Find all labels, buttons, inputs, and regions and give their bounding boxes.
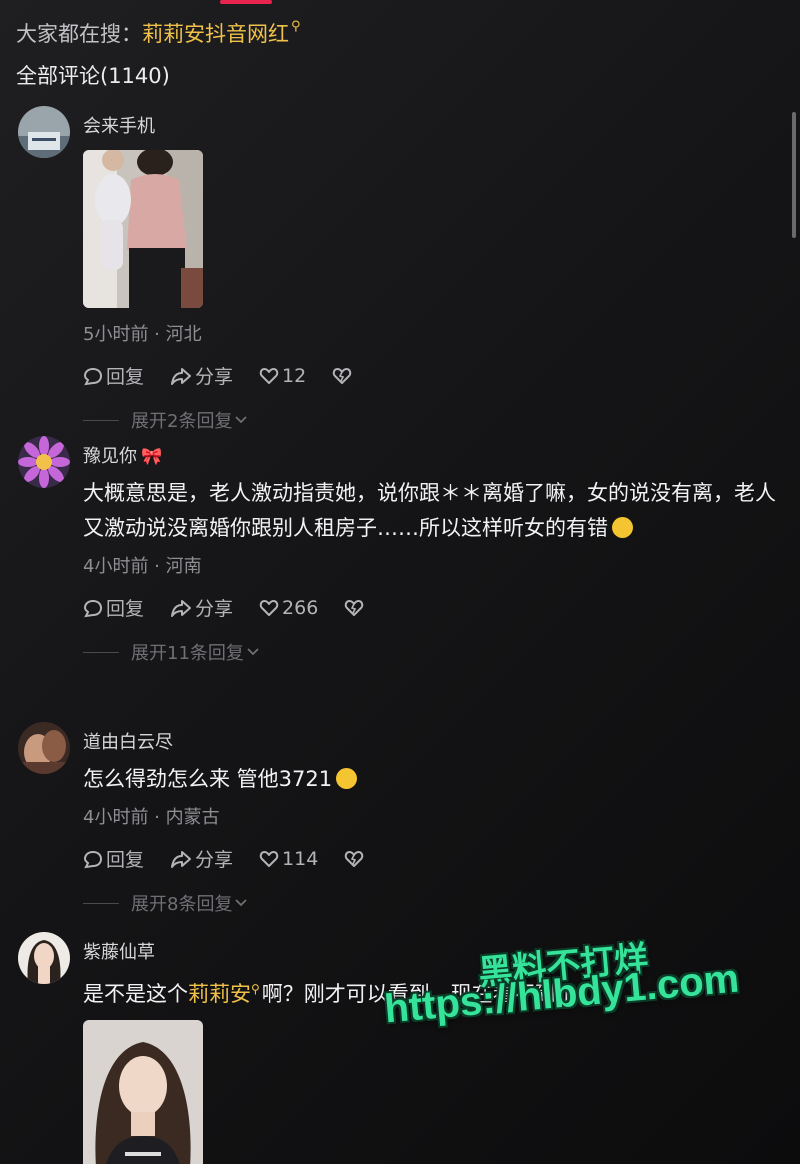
comment-username[interactable]: 道由白云尽 bbox=[83, 728, 778, 753]
reply-label: 回复 bbox=[106, 849, 145, 871]
dislike-button[interactable] bbox=[344, 598, 367, 618]
reply-icon bbox=[83, 850, 103, 868]
reply-button[interactable]: 回复 bbox=[83, 845, 144, 872]
comment-username[interactable]: 会来手机 bbox=[83, 112, 778, 137]
share-label: 分享 bbox=[195, 598, 234, 620]
username-text: 豫见你 bbox=[83, 446, 137, 467]
chevron-down-icon bbox=[235, 899, 248, 907]
search-suggestion[interactable]: 大家都在搜： 莉莉安抖音网红 ⚲ bbox=[16, 18, 301, 48]
comment-keyword-link[interactable]: 莉莉安 bbox=[188, 982, 251, 1006]
share-button[interactable]: 分享 bbox=[170, 845, 233, 872]
share-label: 分享 bbox=[195, 366, 234, 388]
comments-total: 全部评论(1140) bbox=[16, 64, 170, 88]
comment-text-body: 大概意思是，老人激动指责她，说你跟＊＊离婚了嘛，女的说没有离，老人又激动说没离婚… bbox=[83, 481, 776, 540]
ribbon-icon: 🎀 bbox=[141, 447, 163, 467]
expand-replies[interactable]: 展开2条回复 bbox=[83, 407, 778, 433]
emoji-icon bbox=[612, 517, 633, 538]
avatar[interactable] bbox=[18, 722, 70, 774]
heart-icon bbox=[259, 850, 279, 867]
search-prefix: 大家都在搜： bbox=[16, 22, 142, 46]
expand-label: 展开11条回复 bbox=[131, 643, 244, 664]
search-icon: ⚲ bbox=[251, 982, 260, 996]
reply-icon bbox=[83, 367, 103, 385]
divider bbox=[83, 651, 119, 653]
expand-label: 展开2条回复 bbox=[131, 411, 233, 432]
divider bbox=[83, 902, 119, 904]
comment-item: 会来手机 5小时前 · 河北 回复 分享 12 展开2条回复 bbox=[0, 106, 800, 432]
share-label: 分享 bbox=[195, 849, 234, 871]
comment-image[interactable] bbox=[83, 150, 203, 308]
expand-label: 展开8条回复 bbox=[131, 894, 233, 915]
comment-text-body: 怎么得劲怎么来 管他3721 bbox=[83, 767, 333, 791]
reply-button[interactable]: 回复 bbox=[83, 362, 144, 389]
expand-replies[interactable]: 展开8条回复 bbox=[83, 890, 778, 916]
chevron-down-icon bbox=[247, 648, 259, 656]
search-icon: ⚲ bbox=[291, 19, 301, 34]
comment-text: 怎么得劲怎么来 管他3721 bbox=[83, 762, 778, 797]
comment-item: 豫见你 🎀 大概意思是，老人激动指责她，说你跟＊＊离婚了嘛，女的说没有离，老人又激… bbox=[0, 436, 800, 706]
chevron-down-icon bbox=[235, 416, 248, 424]
like-count: 12 bbox=[282, 364, 307, 387]
share-icon bbox=[171, 599, 192, 617]
avatar[interactable] bbox=[18, 106, 70, 158]
like-count: 266 bbox=[282, 596, 319, 619]
reply-button[interactable]: 回复 bbox=[83, 594, 144, 621]
share-button[interactable]: 分享 bbox=[170, 594, 233, 621]
comment-username[interactable]: 紫藤仙草 bbox=[83, 938, 778, 963]
share-button[interactable]: 分享 bbox=[170, 362, 233, 389]
reply-label: 回复 bbox=[106, 598, 145, 620]
dislike-icon bbox=[345, 850, 364, 867]
reply-label: 回复 bbox=[106, 366, 145, 388]
dislike-icon bbox=[332, 367, 352, 384]
share-icon bbox=[171, 367, 192, 385]
like-button[interactable]: 12 bbox=[259, 365, 306, 387]
comment-username[interactable]: 豫见你 🎀 bbox=[83, 442, 778, 467]
reply-icon bbox=[83, 599, 103, 617]
comment-item: 道由白云尽 怎么得劲怎么来 管他3721 4小时前 · 内蒙古 回复 分享 11… bbox=[0, 722, 800, 922]
avatar[interactable] bbox=[18, 436, 70, 488]
search-keyword[interactable]: 莉莉安抖音网红 bbox=[142, 18, 289, 48]
dislike-icon bbox=[345, 599, 364, 616]
like-button[interactable]: 266 bbox=[259, 597, 318, 619]
expand-replies[interactable]: 展开11条回复 bbox=[83, 639, 778, 665]
top-tab-indicator bbox=[220, 0, 272, 4]
comment-meta: 4小时前 · 内蒙古 bbox=[83, 807, 220, 828]
comment-meta: 4小时前 · 河南 bbox=[83, 556, 202, 577]
comment-meta: 5小时前 · 河北 bbox=[83, 324, 202, 345]
comment-text-before: 是不是这个 bbox=[83, 982, 188, 1006]
dislike-button[interactable] bbox=[332, 366, 355, 386]
heart-icon bbox=[259, 367, 279, 384]
comment-image[interactable] bbox=[83, 1020, 203, 1164]
comment-text: 大概意思是，老人激动指责她，说你跟＊＊离婚了嘛，女的说没有离，老人又激动说没离婚… bbox=[83, 476, 778, 546]
like-count: 114 bbox=[282, 847, 319, 870]
divider bbox=[83, 419, 119, 421]
emoji-icon bbox=[336, 768, 358, 789]
heart-icon bbox=[259, 599, 279, 616]
avatar[interactable] bbox=[18, 932, 70, 984]
like-button[interactable]: 114 bbox=[259, 848, 318, 870]
dislike-button[interactable] bbox=[344, 849, 367, 869]
share-icon bbox=[171, 850, 192, 868]
